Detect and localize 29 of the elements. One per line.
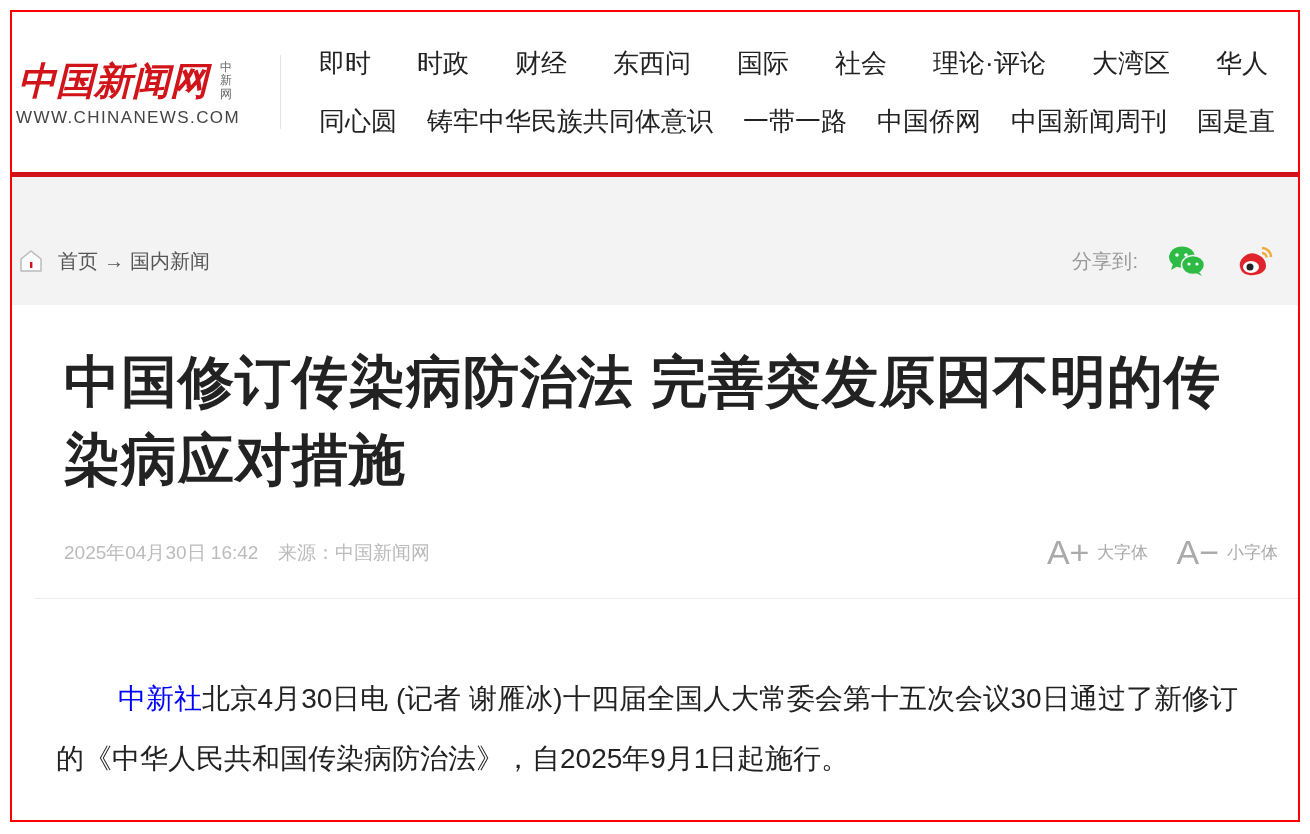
nav-link[interactable]: 华人 bbox=[1215, 45, 1268, 81]
nav-link[interactable]: 铸牢中华民族共同体意识 bbox=[427, 103, 713, 139]
breadcrumb-separator: → bbox=[104, 249, 124, 273]
logo-side-text: 中新网 bbox=[220, 61, 232, 101]
publish-date: 2025年04月30日 16:42 bbox=[64, 540, 259, 565]
nav-link[interactable]: 社会 bbox=[835, 45, 887, 81]
nav-link[interactable]: 中国侨网 bbox=[877, 103, 981, 139]
agency-link[interactable]: 中新社 bbox=[117, 683, 202, 714]
article-paragraph: 中新社北京4月30日电 (记者 谢雁冰)十四届全国人大常委会第十五次会议30日通过了新修订的《中华人民共和国传染病防治法》，自2025年9月1日起施行。 bbox=[56, 682, 1239, 776]
nav-link[interactable]: 即时 bbox=[319, 45, 371, 81]
nav-link[interactable]: 时政 bbox=[417, 45, 469, 81]
share-label: 分享到: bbox=[1072, 248, 1138, 274]
chat-bubbles-icon[interactable] bbox=[1168, 245, 1206, 277]
nav-link[interactable]: 理论·评论 bbox=[933, 45, 1046, 81]
nav-link[interactable]: 国是直 bbox=[1197, 103, 1275, 139]
nav-link[interactable]: 一带一路 bbox=[743, 103, 847, 139]
breadcrumb-link[interactable]: 首页 bbox=[58, 247, 98, 275]
article-source: 来源：中国新闻网 bbox=[278, 540, 431, 565]
nav-link[interactable]: 国际 bbox=[737, 45, 789, 81]
home-icon[interactable] bbox=[18, 248, 44, 274]
nav-link[interactable]: 财经 bbox=[515, 45, 567, 81]
logo-wordmark[interactable]: 中国新闻网 bbox=[16, 56, 214, 106]
breadcrumb-link[interactable]: 国内新闻 bbox=[130, 247, 210, 275]
logo-url: WWW.CHINANEWS.COM bbox=[16, 108, 241, 128]
nav-link[interactable]: 同心圆 bbox=[319, 103, 397, 139]
nav-link[interactable]: 大湾区 bbox=[1091, 45, 1170, 81]
nav-link[interactable]: 中国新闻周刊 bbox=[1011, 103, 1167, 139]
article-title: 中国修订传染病防治法 完善突发原因不明的传染病应对措施 bbox=[64, 349, 1222, 493]
nav-link[interactable]: 东西问 bbox=[613, 45, 691, 81]
